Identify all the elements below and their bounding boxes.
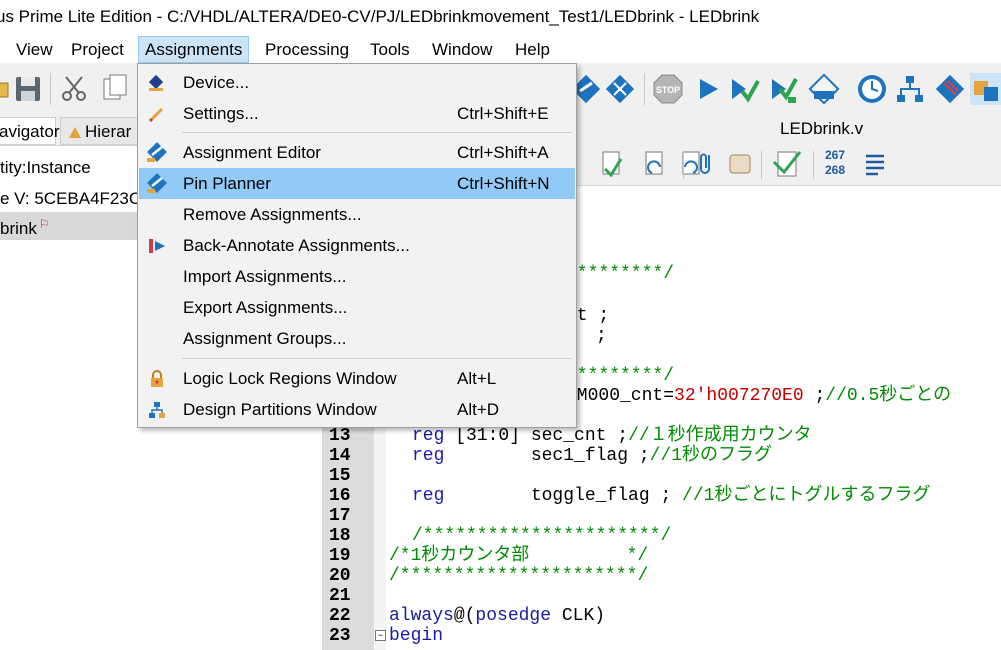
menu-item-design-partitions[interactable]: Design Partitions Window Alt+D bbox=[139, 394, 575, 425]
fitter-icon[interactable] bbox=[768, 73, 800, 105]
svg-text:STOP: STOP bbox=[656, 85, 680, 95]
code-fragment-3: ; bbox=[596, 326, 607, 346]
code-line: /**********************/ bbox=[389, 566, 649, 586]
menu-processing[interactable]: Processing bbox=[259, 36, 355, 63]
menu-item-settings[interactable]: Settings... Ctrl+Shift+E bbox=[139, 98, 575, 129]
pin-planner-icon[interactable] bbox=[604, 73, 636, 105]
menu-help[interactable]: Help bbox=[509, 36, 556, 63]
menu-item-import-assignments[interactable]: Import Assignments... bbox=[139, 261, 575, 292]
menu-project[interactable]: Project bbox=[65, 36, 130, 63]
line-number: 20 bbox=[329, 566, 351, 586]
hierarchy-link-icon: ⚐ bbox=[38, 217, 50, 231]
save-icon[interactable] bbox=[12, 73, 44, 105]
line-number: 21 bbox=[329, 586, 351, 606]
menu-item-device[interactable]: Device... bbox=[139, 67, 575, 98]
menu-bar: View Project Assignments Processing Tool… bbox=[0, 36, 1001, 63]
menu-item-logic-lock-regions[interactable]: Logic Lock Regions Window Alt+L bbox=[139, 363, 575, 394]
programmer-icon[interactable] bbox=[934, 73, 966, 105]
tab-project-navigator[interactable]: avigator bbox=[0, 117, 59, 145]
menu-window[interactable]: Window bbox=[426, 36, 498, 63]
menu-view[interactable]: View bbox=[10, 36, 59, 63]
settings-pencil-icon bbox=[148, 107, 164, 123]
code-line: reg sec1_flag ;//1秒のフラグ bbox=[412, 446, 773, 466]
code-line: /*1秒カウンタ部 */ bbox=[389, 546, 649, 566]
lock-icon bbox=[151, 370, 163, 387]
device-icon bbox=[148, 74, 164, 91]
menu-item-pin-planner[interactable]: Pin Planner Ctrl+Shift+N bbox=[139, 168, 575, 199]
menu-item-assignment-editor[interactable]: Assignment Editor Ctrl+Shift+A bbox=[139, 137, 575, 168]
menu-item-back-annotate[interactable]: Back-Annotate Assignments... bbox=[139, 230, 575, 261]
analysis-synthesis-icon[interactable] bbox=[728, 73, 760, 105]
align-lines-icon[interactable] bbox=[863, 151, 887, 179]
menu-tools[interactable]: Tools bbox=[364, 36, 416, 63]
indent-icon[interactable] bbox=[640, 149, 670, 179]
code-fragment-4: *********/ bbox=[566, 366, 675, 386]
line-number: 14 bbox=[329, 446, 351, 466]
back-annotate-icon bbox=[149, 239, 165, 253]
timing-analyzer-icon[interactable] bbox=[856, 73, 888, 105]
chip-planner-icon[interactable] bbox=[970, 73, 1001, 105]
stop-icon[interactable]: STOP bbox=[652, 73, 684, 105]
netlist-viewer-icon[interactable] bbox=[894, 73, 926, 105]
line-number: 13 bbox=[329, 426, 351, 446]
code-fragment-1: *********/ bbox=[566, 264, 675, 284]
line-number: 19 bbox=[329, 546, 351, 566]
fold-minus-icon[interactable]: − bbox=[375, 630, 386, 641]
assignment-editor-icon bbox=[147, 142, 167, 162]
title-bar: us Prime Lite Edition - C:/VHDL/ALTERA/D… bbox=[0, 0, 1001, 36]
tab-hierarchy[interactable]: Hierar bbox=[60, 117, 140, 145]
code-line: begin bbox=[389, 626, 444, 646]
window-title: us Prime Lite Edition - C:/VHDL/ALTERA/D… bbox=[0, 7, 760, 26]
fold-column bbox=[374, 420, 386, 650]
code-line: reg [31:0] sec_cnt ;//１秒作成用カウンタ bbox=[412, 426, 812, 446]
top-entity-item[interactable]: brink ⚐ bbox=[0, 217, 50, 239]
line-number: 15 bbox=[329, 466, 351, 486]
menu-assignments[interactable]: Assignments bbox=[138, 36, 250, 63]
line-number: 17 bbox=[329, 506, 351, 526]
line-number: 16 bbox=[329, 486, 351, 506]
insert-scroll-icon[interactable] bbox=[725, 149, 755, 179]
line-number: 23 bbox=[329, 626, 351, 646]
assembler-icon[interactable] bbox=[808, 73, 840, 105]
editor-tab-ledbrink[interactable]: LEDbrink.v bbox=[780, 119, 863, 139]
line-number: 18 bbox=[329, 526, 351, 546]
menu-item-remove-assignments[interactable]: Remove Assignments... bbox=[139, 199, 575, 230]
assignments-menu: Device... Settings... Ctrl+Shift+E Assig… bbox=[137, 63, 577, 428]
code-line: always@(posedge CLK) bbox=[389, 606, 606, 626]
copy-icon[interactable] bbox=[100, 73, 132, 105]
column-header-entity: tity:Instance bbox=[0, 158, 91, 177]
device-item[interactable]: e V: 5CEBA4F23C bbox=[0, 189, 141, 209]
pin-planner-icon bbox=[147, 173, 167, 193]
insert-template-icon[interactable] bbox=[597, 149, 627, 179]
syntax-check-icon[interactable] bbox=[770, 148, 802, 180]
start-compilation-icon[interactable] bbox=[692, 73, 724, 105]
menu-item-export-assignments[interactable]: Export Assignments... bbox=[139, 292, 575, 323]
menu-item-assignment-groups[interactable]: Assignment Groups... bbox=[139, 323, 575, 354]
design-partitions-icon bbox=[149, 402, 165, 418]
attach-icon[interactable] bbox=[691, 149, 721, 179]
hierarchy-icon bbox=[69, 127, 81, 138]
line-number-toggle[interactable]: 267 268 bbox=[825, 148, 845, 178]
code-fragment-5: 3M000_cnt=32'h007270E0 ;//0.5秒ごとの bbox=[566, 386, 952, 406]
cut-icon[interactable] bbox=[58, 73, 90, 105]
code-line: reg toggle_flag ; //1秒ごとにトグルするフラグ bbox=[412, 486, 931, 506]
line-number: 22 bbox=[329, 606, 351, 626]
code-line: /**********************/ bbox=[412, 526, 672, 546]
